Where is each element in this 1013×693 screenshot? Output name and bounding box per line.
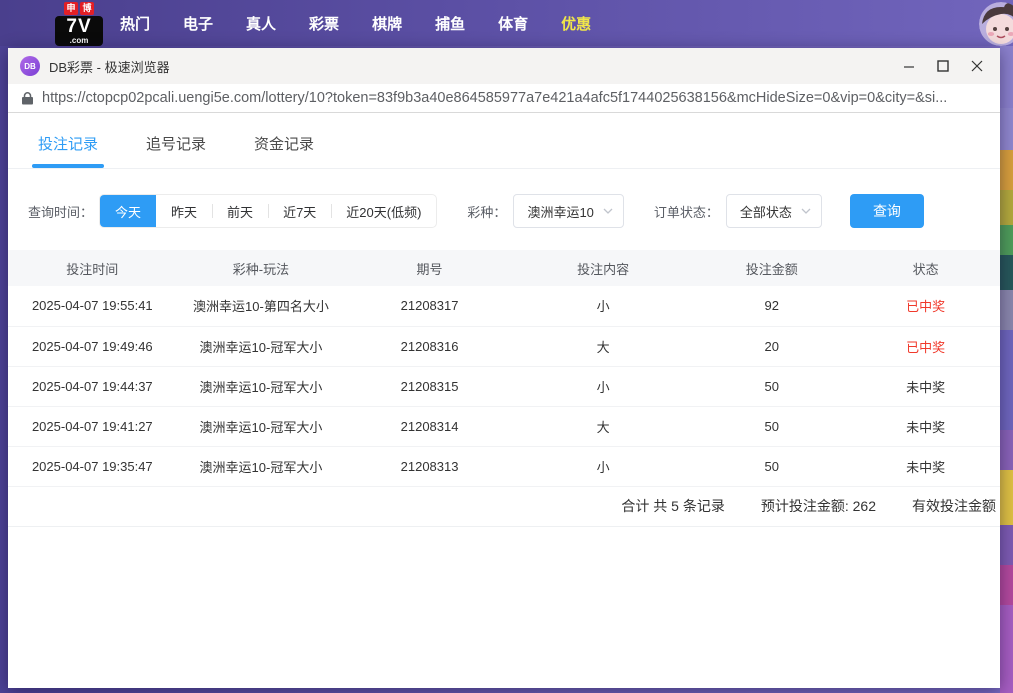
table-row[interactable]: 2025-04-07 19:49:46 澳洲幸运10-冠军大小 21208316… (8, 326, 1000, 366)
status-badge: 已中奖 (851, 286, 1000, 326)
lottery-filter-label: 彩种： (467, 202, 506, 221)
status-filter-label: 订单状态： (654, 202, 719, 221)
summary-valid-amount: 有效投注金额 (912, 496, 996, 516)
time-range-group: 今天 昨天 前天 近7天 近20天(低频) (99, 194, 437, 228)
order-status-value: 全部状态 (740, 202, 792, 221)
cell-bet-amount: 20 (692, 326, 851, 366)
col-status: 状态 (851, 250, 1000, 286)
col-issue: 期号 (345, 250, 514, 286)
table-row[interactable]: 2025-04-07 19:44:37 澳洲幸运10-冠军大小 21208315… (8, 366, 1000, 406)
minimize-icon (903, 60, 915, 72)
cell-issue: 21208316 (345, 326, 514, 366)
cell-bet-content: 小 (514, 366, 693, 406)
bet-records-table: 投注时间 彩种-玩法 期号 投注内容 投注金额 状态 2025-04-07 19… (8, 250, 1000, 487)
time-option-7days[interactable]: 近7天 (268, 194, 331, 228)
cell-lottery-play: 澳洲幸运10-第四名大小 (177, 286, 346, 326)
browser-titlebar[interactable]: DB DB彩票 - 极速浏览器 (8, 48, 1000, 84)
url-bar[interactable]: https://ctopcp02pcali.uengi5e.com/lotter… (8, 84, 1000, 113)
cell-lottery-play: 澳洲幸运10-冠军大小 (177, 406, 346, 446)
status-badge: 未中奖 (851, 366, 1000, 406)
page-content: 投注记录 追号记录 资金记录 查询时间： 今天 昨天 前天 近7天 近20天(低… (8, 113, 1000, 688)
time-option-day-before[interactable]: 前天 (212, 194, 268, 228)
lottery-select[interactable]: 澳洲幸运10 (513, 194, 623, 228)
col-bet-amount: 投注金额 (692, 250, 851, 286)
cell-bet-content: 大 (514, 406, 693, 446)
site-top-nav: 申 博 7V .com 热门 电子 真人 彩票 棋牌 捕鱼 体育 优惠 (0, 0, 1013, 46)
col-bet-content: 投注内容 (514, 250, 693, 286)
close-icon (971, 60, 983, 72)
cell-issue: 21208315 (345, 366, 514, 406)
page-behind-window-edge (1000, 46, 1013, 693)
logo-sub-text: .com (57, 37, 101, 44)
nav-item-live[interactable]: 真人 (246, 13, 276, 34)
cell-bet-content: 大 (514, 326, 693, 366)
lottery-select-value: 澳洲幸运10 (527, 202, 593, 221)
cell-bet-amount: 92 (692, 286, 851, 326)
tab-bet-records[interactable]: 投注记录 (38, 133, 98, 168)
nav-item-electronic[interactable]: 电子 (183, 13, 213, 34)
time-option-yesterday[interactable]: 昨天 (156, 194, 212, 228)
close-button[interactable] (960, 51, 994, 81)
time-filter-label: 查询时间： (28, 202, 93, 221)
maximize-icon (937, 60, 949, 72)
time-option-today[interactable]: 今天 (100, 194, 156, 228)
chevron-down-icon (801, 208, 811, 214)
table-row[interactable]: 2025-04-07 19:35:47 澳洲幸运10-冠军大小 21208313… (8, 446, 1000, 486)
logo-main-text: 7V (57, 17, 101, 37)
cell-bet-amount: 50 (692, 446, 851, 486)
cell-bet-content: 小 (514, 446, 693, 486)
window-title: DB彩票 - 极速浏览器 (49, 57, 892, 76)
col-lottery-play: 彩种-玩法 (177, 250, 346, 286)
nav-item-chess[interactable]: 棋牌 (372, 13, 402, 34)
cell-lottery-play: 澳洲幸运10-冠军大小 (177, 366, 346, 406)
nav-item-sports[interactable]: 体育 (498, 13, 528, 34)
search-button[interactable]: 查询 (850, 194, 924, 228)
cell-issue: 21208317 (345, 286, 514, 326)
cell-bet-time: 2025-04-07 19:35:47 (8, 446, 177, 486)
col-bet-time: 投注时间 (8, 250, 177, 286)
site-nav-items: 热门 电子 真人 彩票 棋牌 捕鱼 体育 优惠 (120, 13, 591, 34)
summary-total-records: 合计 共 5 条记录 (621, 496, 724, 516)
cell-bet-time: 2025-04-07 19:55:41 (8, 286, 177, 326)
table-row[interactable]: 2025-04-07 19:55:41 澳洲幸运10-第四名大小 2120831… (8, 286, 1000, 326)
cell-lottery-play: 澳洲幸运10-冠军大小 (177, 446, 346, 486)
nav-item-fishing[interactable]: 捕鱼 (435, 13, 465, 34)
cell-lottery-play: 澳洲幸运10-冠军大小 (177, 326, 346, 366)
cell-bet-time: 2025-04-07 19:41:27 (8, 406, 177, 446)
summary-expected-amount: 预计投注金额: 262 (761, 496, 876, 516)
cell-issue: 21208313 (345, 446, 514, 486)
chevron-down-icon (603, 208, 613, 214)
logo-badge-left: 申 (64, 2, 78, 15)
cell-bet-content: 小 (514, 286, 693, 326)
nav-item-hot[interactable]: 热门 (120, 13, 150, 34)
cell-issue: 21208314 (345, 406, 514, 446)
status-badge: 已中奖 (851, 326, 1000, 366)
app-icon: DB (20, 56, 40, 76)
nav-item-promo[interactable]: 优惠 (561, 13, 591, 34)
filter-bar: 查询时间： 今天 昨天 前天 近7天 近20天(低频) 彩种： 澳洲幸运10 订… (28, 194, 1000, 228)
lock-icon (22, 92, 33, 105)
table-row[interactable]: 2025-04-07 19:41:27 澳洲幸运10-冠军大小 21208314… (8, 406, 1000, 446)
maximize-button[interactable] (926, 51, 960, 81)
time-option-20days[interactable]: 近20天(低频) (331, 194, 436, 228)
cell-bet-time: 2025-04-07 19:49:46 (8, 326, 177, 366)
tab-chase-records[interactable]: 追号记录 (146, 133, 206, 168)
cell-bet-amount: 50 (692, 366, 851, 406)
cell-bet-time: 2025-04-07 19:44:37 (8, 366, 177, 406)
cell-bet-amount: 50 (692, 406, 851, 446)
minimize-button[interactable] (892, 51, 926, 81)
status-badge: 未中奖 (851, 446, 1000, 486)
status-badge: 未中奖 (851, 406, 1000, 446)
browser-window: DB DB彩票 - 极速浏览器 https://ctopcp02pcali.ue… (8, 48, 1000, 688)
order-status-select[interactable]: 全部状态 (726, 194, 822, 228)
nav-item-lottery[interactable]: 彩票 (309, 13, 339, 34)
tab-fund-records[interactable]: 资金记录 (254, 133, 314, 168)
url-text[interactable]: https://ctopcp02pcali.uengi5e.com/lotter… (42, 90, 947, 106)
logo-badge-right: 博 (80, 2, 94, 15)
table-header-row: 投注时间 彩种-玩法 期号 投注内容 投注金额 状态 (8, 250, 1000, 286)
site-logo[interactable]: 申 博 7V .com (55, 2, 103, 46)
record-tabs: 投注记录 追号记录 资金记录 (8, 113, 1000, 169)
table-summary: 合计 共 5 条记录 预计投注金额: 262 有效投注金额 (8, 487, 1000, 527)
